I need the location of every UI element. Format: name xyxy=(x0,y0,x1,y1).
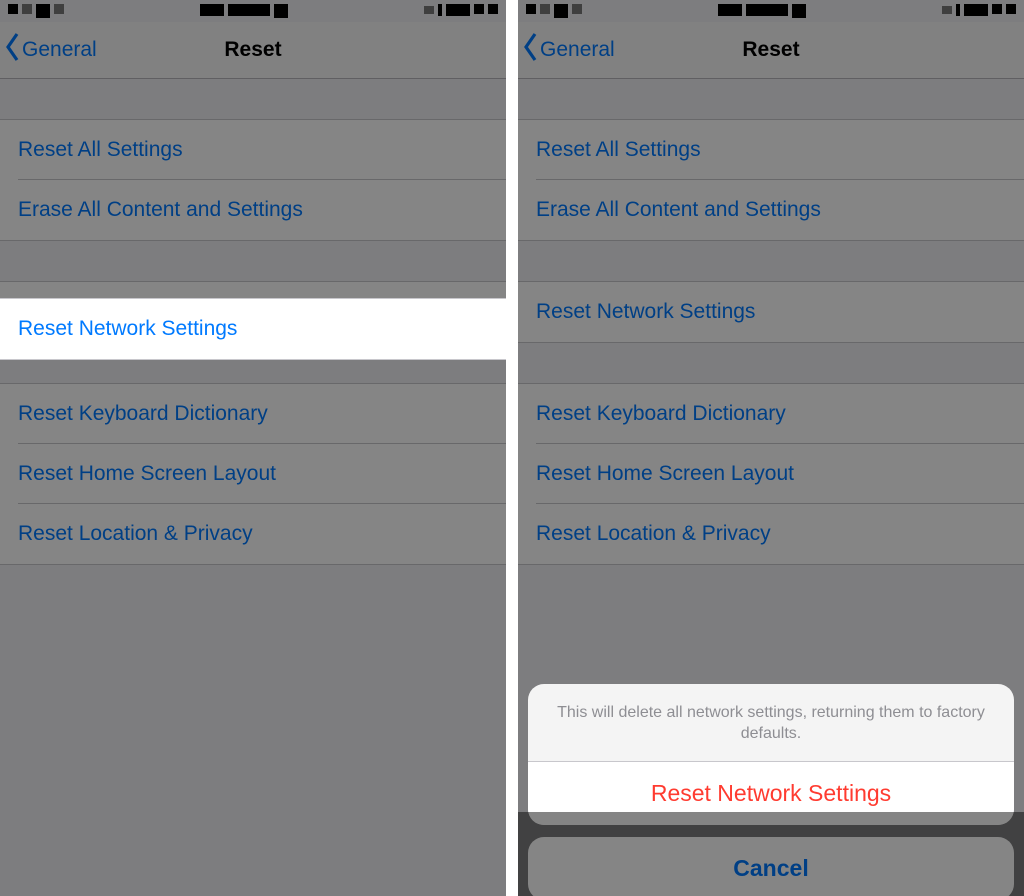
confirm-reset-network-button[interactable]: Reset Network Settings xyxy=(528,762,1014,825)
action-sheet-message: This will delete all network settings, r… xyxy=(528,684,1014,761)
navigation-bar: General Reset xyxy=(0,22,506,79)
screenshot-right: General Reset Reset All Settings Erase A… xyxy=(518,0,1024,896)
navigation-bar: General Reset xyxy=(518,22,1024,79)
options-group-1: Reset All Settings Erase All Content and… xyxy=(0,119,506,241)
back-button[interactable]: General xyxy=(522,22,615,78)
options-group-3: Reset Keyboard Dictionary Reset Home Scr… xyxy=(0,383,506,565)
option-erase-all[interactable]: Erase All Content and Settings xyxy=(0,180,506,241)
option-reset-location[interactable]: Reset Location & Privacy xyxy=(0,504,506,565)
option-reset-all[interactable]: Reset All Settings xyxy=(518,119,1024,180)
option-reset-home[interactable]: Reset Home Screen Layout xyxy=(0,444,506,504)
status-bar xyxy=(518,0,1024,22)
option-reset-keyboard[interactable]: Reset Keyboard Dictionary xyxy=(0,383,506,444)
page-title: Reset xyxy=(742,38,799,62)
option-reset-network[interactable]: Reset Network Settings xyxy=(518,281,1024,343)
chevron-left-icon xyxy=(4,32,22,68)
status-bar xyxy=(0,0,506,22)
action-sheet-panel: This will delete all network settings, r… xyxy=(528,684,1014,825)
back-button[interactable]: General xyxy=(4,22,97,78)
options-group-2: Reset Network Settings xyxy=(518,281,1024,343)
page-title: Reset xyxy=(224,38,281,62)
options-group-3: Reset Keyboard Dictionary Reset Home Scr… xyxy=(518,383,1024,565)
option-reset-keyboard[interactable]: Reset Keyboard Dictionary xyxy=(518,383,1024,444)
option-reset-all[interactable]: Reset All Settings xyxy=(0,119,506,180)
back-label: General xyxy=(22,38,97,62)
option-erase-all[interactable]: Erase All Content and Settings xyxy=(518,180,1024,241)
option-reset-location[interactable]: Reset Location & Privacy xyxy=(518,504,1024,565)
option-reset-network-highlighted[interactable]: Reset Network Settings xyxy=(0,299,506,359)
option-reset-home[interactable]: Reset Home Screen Layout xyxy=(518,444,1024,504)
action-sheet: This will delete all network settings, r… xyxy=(528,684,1014,896)
cancel-button[interactable]: Cancel xyxy=(528,837,1014,896)
options-group-1: Reset All Settings Erase All Content and… xyxy=(518,119,1024,241)
chevron-left-icon xyxy=(522,32,540,68)
screenshot-left: General Reset Reset All Settings Erase A… xyxy=(0,0,506,896)
back-label: General xyxy=(540,38,615,62)
